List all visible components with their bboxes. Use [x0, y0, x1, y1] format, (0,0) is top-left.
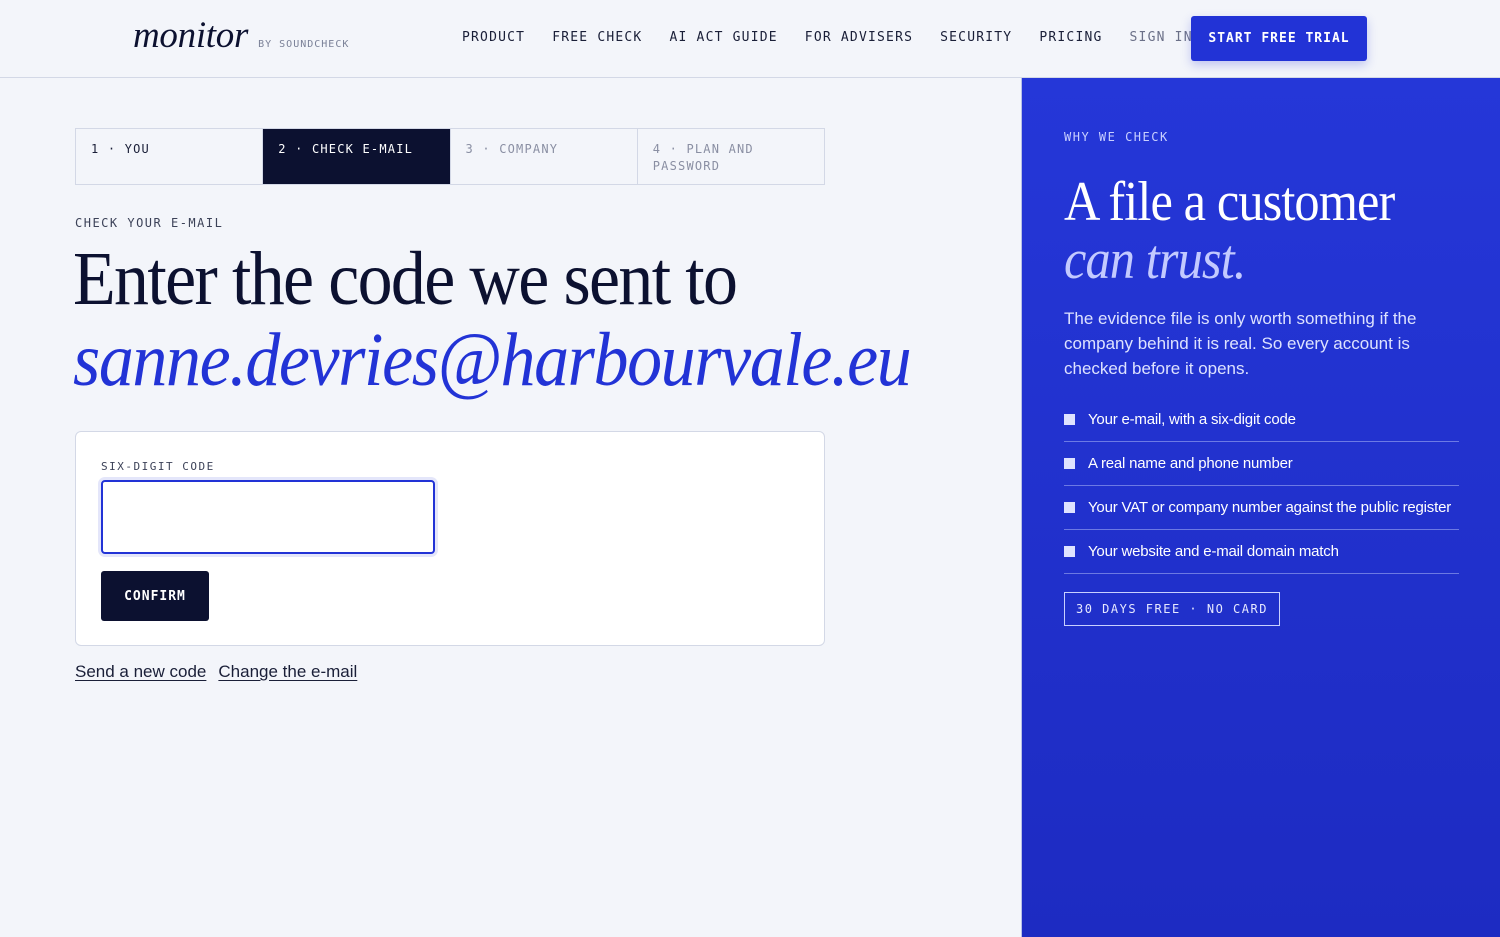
list-item: A real name and phone number — [1064, 442, 1459, 486]
logo-byline: BY SOUNDCHECK — [258, 39, 350, 50]
signup-steps: 1 · YOU 2 · CHECK E-MAIL 3 · COMPANY 4 ·… — [75, 128, 825, 185]
nav-sign-in[interactable]: SIGN IN — [1130, 30, 1193, 45]
list-item: Your VAT or company number against the p… — [1064, 486, 1459, 530]
check-item-label: Your VAT or company number against the p… — [1088, 499, 1452, 516]
square-bullet-icon — [1064, 546, 1075, 557]
code-links: Send a new code Change the e-mail — [75, 662, 357, 682]
panel-title-emphasis: can trust. — [1064, 229, 1246, 291]
logo[interactable]: monitor BY SOUNDCHECK — [133, 14, 349, 57]
code-input[interactable] — [101, 480, 435, 554]
step-you[interactable]: 1 · YOU — [76, 129, 264, 184]
nav-pricing[interactable]: PRICING — [1039, 30, 1102, 45]
nav-free-check[interactable]: FREE CHECK — [552, 30, 642, 45]
square-bullet-icon — [1064, 414, 1075, 425]
main-nav: PRODUCT FREE CHECK AI ACT GUIDE FOR ADVI… — [462, 30, 1220, 45]
why-we-check-panel: WHY WE CHECK A file a customer can trust… — [1021, 78, 1500, 937]
nav-product[interactable]: PRODUCT — [462, 30, 525, 45]
site-header: monitor BY SOUNDCHECK PRODUCT FREE CHECK… — [0, 0, 1500, 78]
square-bullet-icon — [1064, 502, 1075, 513]
nav-ai-act-guide[interactable]: AI ACT GUIDE — [669, 30, 777, 45]
list-item: Your e-mail, with a six-digit code — [1064, 398, 1459, 442]
panel-description: The evidence file is only worth somethin… — [1064, 309, 1417, 378]
start-free-trial-button[interactable]: START FREE TRIAL — [1191, 16, 1367, 61]
square-bullet-icon — [1064, 458, 1075, 469]
trial-badge: 30 DAYS FREE · NO CARD — [1064, 592, 1280, 626]
logo-wordmark: monitor — [133, 15, 249, 56]
check-item-label: A real name and phone number — [1088, 455, 1293, 472]
list-item: Your website and e-mail domain match — [1064, 530, 1459, 574]
recipient-email: sanne.devries@harbourvale.eu — [73, 318, 912, 402]
check-item-label: Your e-mail, with a six-digit code — [1088, 411, 1296, 428]
step-check-email: 2 · CHECK E-MAIL — [263, 129, 451, 184]
step-plan-and-password: 4 · PLAN AND PASSWORD — [637, 129, 824, 184]
step-company: 3 · COMPANY — [450, 129, 638, 184]
change-email-link[interactable]: Change the e-mail — [218, 662, 357, 682]
check-item-label: Your website and e-mail domain match — [1088, 543, 1339, 560]
verification-checklist: Your e-mail, with a six-digit code A rea… — [1064, 398, 1459, 574]
confirm-button[interactable]: CONFIRM — [101, 571, 209, 621]
code-card: SIX-DIGIT CODE CONFIRM — [75, 431, 825, 646]
code-field-label: SIX-DIGIT CODE — [101, 460, 215, 473]
panel-title: A file a customer — [1064, 171, 1395, 233]
page-title: Enter the code we sent to — [73, 237, 738, 321]
nav-for-advisers[interactable]: FOR ADVISERS — [805, 30, 913, 45]
nav-security[interactable]: SECURITY — [940, 30, 1012, 45]
section-eyebrow: CHECK YOUR E-MAIL — [75, 216, 224, 230]
send-new-code-link[interactable]: Send a new code — [75, 662, 206, 682]
panel-eyebrow: WHY WE CHECK — [1064, 130, 1169, 144]
